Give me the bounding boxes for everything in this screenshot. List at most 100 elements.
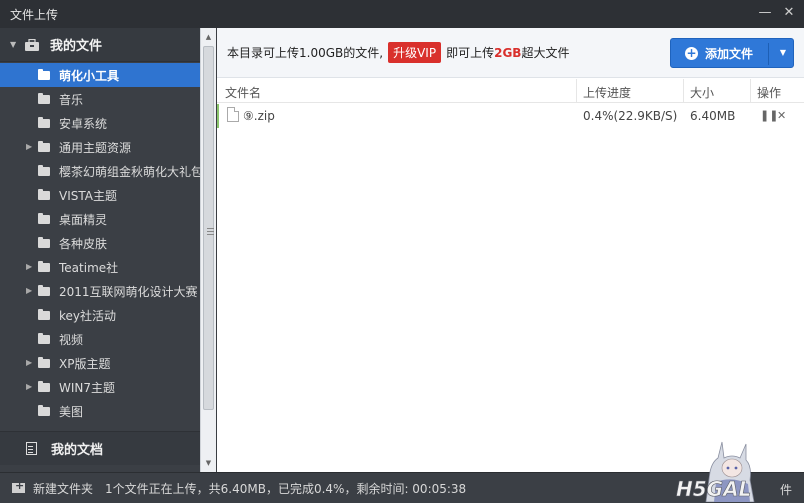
quota-middle-text: 即可上传 [446,46,495,60]
expand-arrow-icon[interactable]: ▶ [26,358,32,367]
quota-banner: 本目录可上传1.00GB的文件, 升级VIP 即可上传 2GB 超大文件 + 添… [217,28,804,78]
folder-item-android[interactable]: 安卓系统 [0,111,200,135]
col-header-name[interactable]: 文件名 [225,84,261,101]
new-folder-icon[interactable] [12,479,25,493]
folder-label: Teatime社 [59,260,119,275]
folder-label: 通用主题资源 [59,140,132,155]
scroll-up-icon[interactable]: ▲ [201,30,216,44]
folder-icon [38,164,50,176]
folder-icon [38,308,50,320]
col-header-size[interactable]: 大小 [690,84,714,101]
mascot-logo: H5GAL [676,441,755,502]
folder-item-design-contest[interactable]: ▶ 2011互联网萌化设计大赛 [0,279,200,303]
folder-label: 各种皮肤 [59,236,108,251]
folder-item-win7[interactable]: ▶ WIN7主题 [0,375,200,399]
folder-label: 萌化小工具 [59,68,120,83]
folder-icon [38,380,50,392]
folder-icon [38,236,50,248]
quota-text: 本目录可上传1.00GB的文件, [227,46,384,60]
folder-tree: 萌化小工具 音乐 安卓系统 ▶ 通用主题资源 樱茶幻萌组金秋萌化大礼包 VISTA… [0,63,200,423]
folder-label: XP版主题 [59,356,111,371]
folder-label: 安卓系统 [59,116,108,131]
scroll-down-icon[interactable]: ▼ [201,456,216,470]
folder-item-pictures[interactable]: 美图 [0,399,200,423]
button-divider [768,43,769,65]
folder-icon [38,356,50,368]
window-title: 文件上传 [10,7,59,22]
folder-item-teatime[interactable]: ▶ Teatime社 [0,255,200,279]
folder-label: key社活动 [59,308,117,323]
column-divider [683,79,684,103]
folder-label: 樱茶幻萌组金秋萌化大礼包 [59,164,200,179]
upload-status-marker [217,104,219,128]
new-folder-button[interactable]: 新建文件夹 [33,480,93,497]
folder-icon [38,404,50,416]
column-divider [576,79,577,103]
toolbox-icon [25,38,39,51]
sidebar-header-label: 我的文件 [50,39,103,54]
expand-arrow-icon[interactable]: ▶ [26,286,32,295]
folder-icon [38,212,50,224]
folder-item-theme-resources[interactable]: ▶ 通用主题资源 [0,135,200,159]
folder-item-desktop-sprite[interactable]: 桌面精灵 [0,207,200,231]
folder-label: 音乐 [59,92,84,107]
folder-item-xp[interactable]: ▶ XP版主题 [0,351,200,375]
scrollbar-thumb[interactable] [203,46,214,410]
title-bar: 文件上传 — ✕ [0,0,804,28]
dropdown-arrow-icon[interactable]: ▼ [780,48,786,57]
upload-status-text: 1个文件正在上传，共6.40MB，已完成0.4%，剩余时间: 00:05:38 [105,481,467,496]
sidebar-scrollbar[interactable]: ▲ ▼ [200,28,216,472]
folder-item-skins[interactable]: 各种皮肤 [0,231,200,255]
h5gal-logo-text: H5GAL [676,477,751,501]
folder-icon [38,68,50,80]
file-progress: 0.4%(22.9KB/S) [583,109,678,123]
folder-label: 桌面精灵 [59,212,108,227]
folder-label: 视频 [59,332,84,347]
pause-icon[interactable]: ❚❚ [760,109,778,122]
upgrade-vip-button[interactable]: 升级VIP [388,42,442,63]
folder-icon [38,332,50,344]
sidebar: ▼ 我的文件 萌化小工具 音乐 安卓系统 ▶ 通用主题资源 樱茶幻萌组金秋萌化大礼… [0,28,216,472]
minimize-icon[interactable]: — [758,6,772,20]
document-icon [26,442,37,455]
folder-label: VISTA主题 [59,188,117,203]
folder-label: 美图 [59,404,84,419]
folder-item-music[interactable]: 音乐 [0,87,200,111]
sidebar-footer-my-documents[interactable]: 我的文档 [0,431,200,465]
file-size: 6.40MB [690,109,736,123]
folder-icon [38,116,50,128]
folder-item-key[interactable]: key社活动 [0,303,200,327]
add-file-label: 添加文件 [705,46,754,61]
plus-icon: + [685,45,698,60]
col-header-action: 操作 [757,86,782,100]
quota-suffix-text: 超大文件 [521,46,570,60]
folder-label: 2011互联网萌化设计大赛 [59,284,198,299]
folder-icon [38,284,50,296]
folder-item-vista[interactable]: VISTA主题 [0,183,200,207]
folder-label: WIN7主题 [59,380,116,395]
table-header: 文件名 上传进度 大小 操作 [217,79,804,103]
close-icon[interactable]: ✕ [782,6,796,20]
expand-arrow-icon[interactable]: ▶ [26,382,32,391]
col-header-progress[interactable]: 上传进度 [583,84,631,101]
quota-highlight: 2GB [494,45,522,60]
collapse-arrow-icon[interactable]: ▼ [10,40,24,49]
cancel-icon[interactable]: ✕ [777,109,786,122]
file-icon [227,107,239,122]
folder-icon [38,140,50,152]
table-row[interactable]: ⑨.zip 0.4%(22.9KB/S) 6.40MB ❚❚ ✕ [217,104,804,128]
folder-icon [38,260,50,272]
folder-item-gift-pack[interactable]: 樱茶幻萌组金秋萌化大礼包 [0,159,200,183]
window-controls: — ✕ [758,6,796,20]
folder-icon [38,188,50,200]
expand-arrow-icon[interactable]: ▶ [26,262,32,271]
main-panel: 本目录可上传1.00GB的文件, 升级VIP 即可上传 2GB 超大文件 + 添… [217,28,804,472]
add-file-button[interactable]: + 添加文件 ▼ [670,38,794,68]
column-divider [750,79,751,103]
file-name: ⑨.zip [243,109,275,123]
expand-arrow-icon[interactable]: ▶ [26,142,32,151]
sidebar-header-my-files[interactable]: ▼ 我的文件 [0,28,215,62]
sidebar-footer-label: 我的文档 [51,443,104,458]
folder-item-tools[interactable]: 萌化小工具 [0,63,200,87]
folder-item-video[interactable]: 视频 [0,327,200,351]
